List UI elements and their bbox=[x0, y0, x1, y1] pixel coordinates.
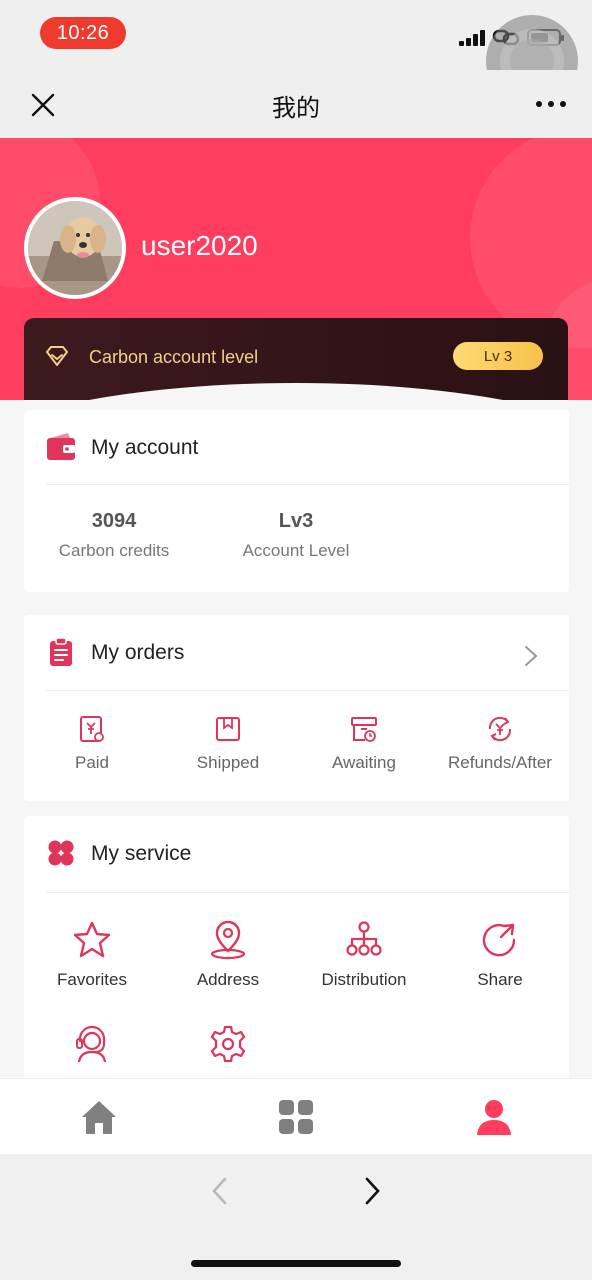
my-orders-header[interactable]: My orders bbox=[24, 615, 569, 691]
service-share[interactable]: Share bbox=[432, 920, 568, 990]
service-distribution[interactable]: Distribution bbox=[296, 920, 432, 990]
refund-icon bbox=[488, 716, 512, 742]
my-service-card: My service Favorites Address Distributio… bbox=[24, 816, 569, 1078]
order-refunds[interactable]: Refunds/After bbox=[432, 715, 568, 773]
my-account-title: My account bbox=[91, 436, 199, 459]
my-orders-title: My orders bbox=[91, 641, 185, 664]
carbon-credits-label: Carbon credits bbox=[58, 541, 170, 560]
level-badge: Lv 3 bbox=[453, 342, 543, 370]
service-settings[interactable] bbox=[160, 1024, 296, 1064]
order-awaiting[interactable]: Awaiting bbox=[296, 715, 432, 773]
awaiting-icon bbox=[351, 717, 377, 742]
account-level-stat[interactable]: Lv3 Account Level bbox=[228, 510, 364, 561]
star-icon bbox=[73, 921, 111, 958]
settings-gear-icon bbox=[210, 1025, 246, 1063]
my-service-title: My service bbox=[91, 842, 192, 865]
order-shipped-label: Shipped bbox=[196, 753, 260, 772]
chevron-right-icon[interactable] bbox=[523, 645, 539, 667]
signal-icon bbox=[459, 30, 487, 46]
carbon-credits-value: 3094 bbox=[91, 510, 137, 532]
wallet-icon bbox=[47, 433, 75, 460]
clipboard-icon bbox=[50, 637, 72, 666]
home-indicator[interactable] bbox=[191, 1260, 401, 1267]
account-level-value: Lv3 bbox=[278, 510, 314, 532]
more-options-icon[interactable] bbox=[536, 101, 566, 109]
hierarchy-icon bbox=[346, 921, 382, 956]
browser-toolbar bbox=[0, 1154, 592, 1280]
paid-icon bbox=[80, 716, 104, 742]
back-arrow-icon[interactable] bbox=[208, 1176, 232, 1206]
username: user2020 bbox=[141, 230, 258, 261]
page-title: 我的 bbox=[272, 94, 320, 122]
shipped-icon bbox=[216, 717, 240, 741]
service-address-label: Address bbox=[196, 970, 260, 989]
avatar[interactable] bbox=[24, 197, 126, 299]
carbon-credits-stat[interactable]: 3094 Carbon credits bbox=[46, 510, 182, 561]
service-distribution-label: Distribution bbox=[321, 970, 407, 989]
order-paid-label: Paid bbox=[74, 753, 110, 772]
diamond-icon bbox=[46, 346, 68, 366]
user-profile-icon[interactable] bbox=[474, 1097, 514, 1137]
order-paid[interactable]: Paid bbox=[24, 715, 160, 773]
status-time: 10:26 bbox=[40, 17, 126, 49]
my-orders-card: My orders Paid Shipped Awaiting Refunds/… bbox=[24, 615, 569, 801]
location-pin-icon bbox=[210, 920, 246, 960]
account-level-label: Account Level bbox=[242, 541, 350, 560]
bottom-tab-bar bbox=[0, 1078, 592, 1154]
profile-header: user2020 Carbon account level Lv 3 bbox=[0, 138, 592, 400]
service-favorites-label: Favorites bbox=[57, 970, 127, 989]
grid-apps-icon[interactable] bbox=[276, 1097, 316, 1137]
my-account-header: My account bbox=[24, 410, 569, 486]
status-bar: 10:26 bbox=[0, 0, 592, 107]
forward-arrow-icon[interactable] bbox=[360, 1176, 384, 1206]
customer-service-icon bbox=[76, 1025, 107, 1063]
order-shipped[interactable]: Shipped bbox=[160, 715, 296, 773]
order-refunds-label: Refunds/After bbox=[448, 753, 552, 772]
service-favorites[interactable]: Favorites bbox=[24, 920, 160, 990]
carbon-level-label: Carbon account level bbox=[89, 347, 259, 367]
service-customer-support[interactable] bbox=[24, 1024, 160, 1064]
order-awaiting-label: Awaiting bbox=[332, 753, 396, 772]
home-icon[interactable] bbox=[79, 1097, 119, 1137]
my-service-header: My service bbox=[24, 816, 569, 892]
clover-icon bbox=[48, 840, 74, 866]
my-account-card: My account 3094 Carbon credits Lv3 Accou… bbox=[24, 410, 569, 592]
nav-bar: 我的 bbox=[0, 70, 592, 138]
share-icon bbox=[482, 923, 516, 957]
service-address[interactable]: Address bbox=[160, 920, 296, 990]
service-share-label: Share bbox=[477, 970, 523, 989]
